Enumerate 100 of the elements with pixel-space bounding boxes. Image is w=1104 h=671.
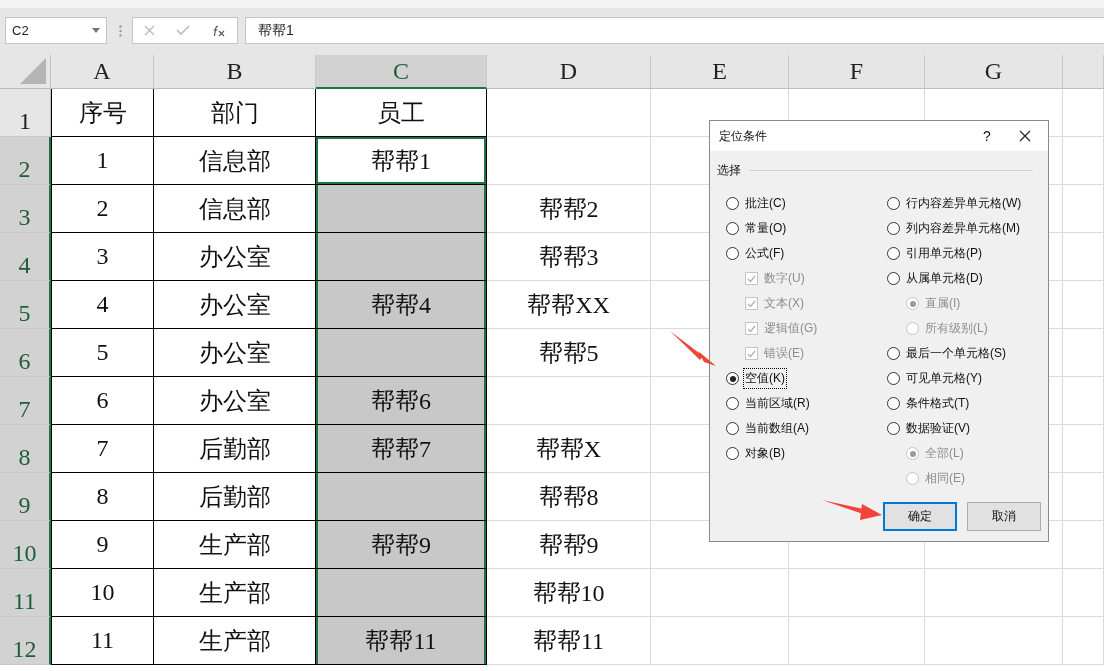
table-cell: 帮帮7 — [316, 425, 487, 473]
option-label: 从属单元格(D) — [905, 270, 984, 287]
function-icon[interactable] — [212, 24, 227, 37]
radio-button[interactable] — [887, 372, 900, 385]
table-cell: 6 — [51, 377, 154, 425]
table-cell: 员工 — [316, 89, 487, 137]
column-header[interactable]: B — [154, 55, 316, 89]
radio-button[interactable] — [887, 347, 900, 360]
table-cell: 帮帮1 — [316, 137, 487, 185]
radio-button[interactable] — [887, 397, 900, 410]
table-cell: 生产部 — [154, 569, 316, 617]
radio-button[interactable] — [887, 272, 900, 285]
option-label: 直属(I) — [924, 295, 962, 312]
close-icon[interactable] — [1019, 130, 1031, 142]
table-cell: 部门 — [154, 89, 316, 137]
table-cell: 生产部 — [154, 617, 316, 665]
table-cell: 帮帮5 — [487, 329, 651, 377]
option-label: 数据验证(V) — [905, 420, 971, 437]
ok-button[interactable]: 确定 — [883, 502, 957, 531]
option-label: 当前数组(A) — [744, 420, 810, 437]
table-cell: 帮帮11 — [487, 617, 651, 665]
table-cell: 帮帮11 — [316, 617, 487, 665]
table-cell: 帮帮9 — [487, 521, 651, 569]
table-cell: 后勤部 — [154, 473, 316, 521]
option-label: 最后一个单元格(S) — [905, 345, 1007, 362]
table-cell: 3 — [51, 233, 154, 281]
row-header[interactable]: 1 — [0, 89, 51, 137]
option-label: 可见单元格(Y) — [905, 370, 983, 387]
column-header[interactable]: G — [925, 55, 1063, 89]
radio-button[interactable] — [887, 247, 900, 260]
radio-button[interactable] — [887, 422, 900, 435]
option-label: 全部(L) — [924, 445, 965, 462]
option-label: 所有级别(L) — [924, 320, 989, 337]
table-cell: 帮帮6 — [316, 377, 487, 425]
checkmark-icon[interactable] — [176, 25, 191, 36]
table-cell: 生产部 — [154, 521, 316, 569]
radio-button[interactable] — [726, 222, 739, 235]
option-label: 批注(C) — [744, 195, 787, 212]
table-cell: 信息部 — [154, 137, 316, 185]
table-cell: 帮帮XX — [487, 281, 651, 329]
radio-button[interactable] — [726, 447, 739, 460]
column-header[interactable]: A — [51, 55, 154, 89]
radio-button[interactable] — [887, 197, 900, 210]
option-label: 文本(X) — [763, 295, 805, 312]
option-label: 行内容差异单元格(W) — [905, 195, 1023, 212]
table-cell: 8 — [51, 473, 154, 521]
option-label: 逻辑值(G) — [763, 320, 819, 337]
option-label: 数字(U) — [763, 270, 806, 287]
table-cell: 信息部 — [154, 185, 316, 233]
table-cell: 7 — [51, 425, 154, 473]
name-box[interactable]: C2 — [5, 17, 107, 44]
triangle-icon — [20, 58, 46, 84]
column-header[interactable]: E — [651, 55, 789, 89]
row-header[interactable]: 12 — [0, 617, 51, 665]
option-label: 对象(B) — [744, 445, 786, 462]
table-cell: 帮帮4 — [316, 281, 487, 329]
table-cell: 10 — [51, 569, 154, 617]
option-label: 公式(F) — [744, 245, 786, 262]
row-header[interactable]: 2 — [0, 137, 51, 185]
table-cell: 1 — [51, 137, 154, 185]
help-button[interactable]: ? — [972, 128, 1002, 144]
row-header[interactable]: 8 — [0, 425, 51, 473]
row-header[interactable]: 3 — [0, 185, 51, 233]
radio-button[interactable] — [726, 422, 739, 435]
table-cell: 帮帮X — [487, 425, 651, 473]
table-cell: 办公室 — [154, 329, 316, 377]
cancel-button[interactable]: 取消 — [967, 502, 1041, 531]
option-label: 条件格式(T) — [905, 395, 971, 412]
option-label: 空值(K) — [743, 368, 787, 389]
radio-button[interactable] — [726, 197, 739, 210]
table-cell: 帮帮10 — [487, 569, 651, 617]
row-header[interactable]: 10 — [0, 521, 51, 569]
table-cell: 办公室 — [154, 377, 316, 425]
option-label: 引用单元格(P) — [905, 245, 983, 262]
row-header[interactable]: 6 — [0, 329, 51, 377]
table-cell: 帮帮3 — [487, 233, 651, 281]
column-header[interactable]: C — [316, 55, 487, 89]
row-header[interactable]: 4 — [0, 233, 51, 281]
radio-button[interactable] — [887, 222, 900, 235]
radio-button[interactable] — [726, 372, 739, 385]
column-header[interactable]: F — [789, 55, 925, 89]
table-cell: 9 — [51, 521, 154, 569]
group-label: 选择 — [717, 162, 741, 179]
table-cell: 4 — [51, 281, 154, 329]
table-cell: 帮帮2 — [487, 185, 651, 233]
table-cell: 办公室 — [154, 281, 316, 329]
option-label: 错误(E) — [763, 345, 805, 362]
table-cell: 5 — [51, 329, 154, 377]
row-header[interactable]: 9 — [0, 473, 51, 521]
row-header[interactable]: 7 — [0, 377, 51, 425]
option-label: 常量(O) — [744, 220, 788, 237]
table-cell: 序号 — [51, 89, 154, 137]
row-header[interactable]: 5 — [0, 281, 51, 329]
row-header[interactable]: 11 — [0, 569, 51, 617]
table-cell: 后勤部 — [154, 425, 316, 473]
column-header[interactable]: D — [487, 55, 651, 89]
formula-bar[interactable]: 帮帮1 — [245, 17, 1104, 44]
radio-button[interactable] — [726, 247, 739, 260]
radio-button[interactable] — [726, 397, 739, 410]
dropdown-caret-icon[interactable] — [92, 28, 100, 33]
